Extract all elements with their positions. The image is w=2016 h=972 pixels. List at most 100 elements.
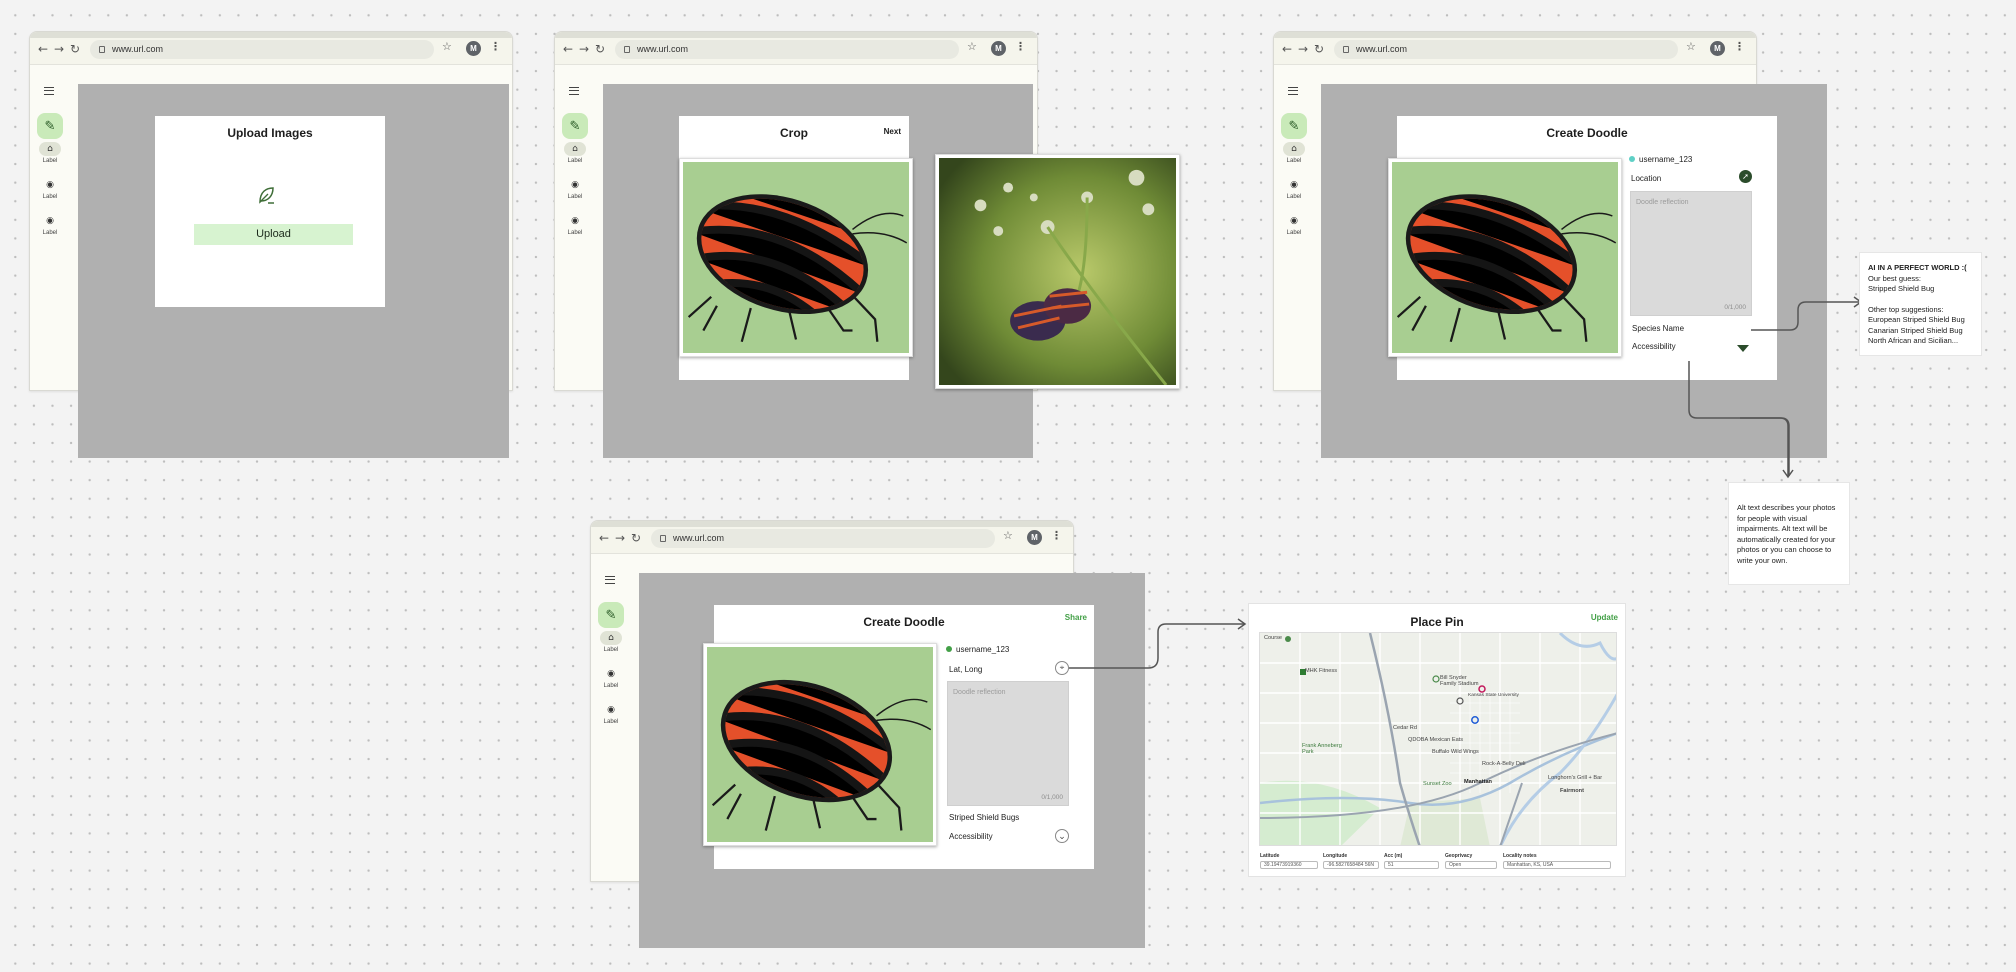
address-bar[interactable]: www.url.com — [90, 40, 434, 59]
forward-icon[interactable]: → — [54, 42, 64, 56]
map-label: Fairmont — [1560, 788, 1584, 794]
rail-item-home[interactable]: ⌂ Label — [595, 631, 627, 653]
navigation-rail: ✎ ⌂ Label ◉ Label ◉ Label — [591, 554, 639, 881]
rail-item-home[interactable]: ⌂ Label — [1278, 142, 1310, 164]
dialog-title: Create Doodle — [1546, 126, 1628, 140]
reload-icon[interactable]: ↻ — [631, 531, 641, 545]
update-button[interactable]: Update — [1591, 613, 1618, 622]
browser-toolbar: ← → ↻ www.url.com ☆ M ⋮ — [555, 32, 1037, 65]
rail-label: Label — [1286, 158, 1302, 164]
striped-shield-bug-image — [683, 162, 909, 353]
profile-avatar[interactable]: M — [1710, 41, 1725, 56]
bookmark-star-icon[interactable]: ☆ — [967, 40, 977, 53]
radio-icon: ◉ — [46, 180, 54, 190]
browser-toolbar: ← → ↻ www.url.com ☆ M ⋮ — [1274, 32, 1756, 65]
reload-icon[interactable]: ↻ — [70, 42, 80, 56]
menu-icon[interactable] — [1288, 87, 1298, 95]
latitude-input[interactable]: 39.19473919360 — [1260, 861, 1318, 869]
back-icon[interactable]: ← — [563, 42, 573, 56]
pin-fields-row: Latitude 39.19473919360 Longitude -96.58… — [1257, 851, 1619, 875]
address-bar[interactable]: www.url.com — [615, 40, 959, 59]
more-menu-icon[interactable]: ⋮ — [1051, 529, 1062, 542]
rail-item-home[interactable]: ⌂ Label — [34, 142, 66, 164]
leaf-icon — [259, 187, 274, 204]
bookmark-star-icon[interactable]: ☆ — [442, 40, 452, 53]
back-icon[interactable]: ← — [599, 531, 609, 545]
bookmark-star-icon[interactable]: ☆ — [1003, 529, 1013, 542]
back-icon[interactable]: ← — [38, 42, 48, 56]
chevron-down-icon[interactable]: ⌄ — [1055, 829, 1069, 843]
map-view[interactable]: MHK Fitness Kansas State University Bill… — [1259, 632, 1617, 846]
pencil-icon: ✎ — [605, 607, 617, 622]
map-label: QDOBA Mexican Eats — [1408, 737, 1464, 743]
user-dot-icon — [1629, 156, 1635, 162]
edit-fab[interactable]: ✎ — [598, 602, 624, 628]
profile-avatar[interactable]: M — [466, 41, 481, 56]
pin-connector-arrow — [1069, 618, 1247, 669]
menu-icon[interactable] — [569, 87, 579, 95]
compass-icon[interactable]: ➚ — [1739, 170, 1752, 183]
rail-item-2[interactable]: ◉ Label — [559, 178, 591, 200]
radio-icon: ◉ — [607, 669, 615, 679]
menu-icon[interactable] — [44, 87, 54, 95]
rail-item-2[interactable]: ◉ Label — [595, 667, 627, 689]
upload-button[interactable]: Upload — [194, 224, 353, 245]
field-label: Latitude — [1260, 853, 1280, 859]
username-label: username_123 — [956, 645, 1010, 654]
edit-fab[interactable]: ✎ — [1281, 113, 1307, 139]
radio-icon: ◉ — [1290, 216, 1298, 226]
bookmark-star-icon[interactable]: ☆ — [1686, 40, 1696, 53]
rail-label: Label — [567, 194, 583, 200]
rail-label: Label — [42, 158, 58, 164]
map-pin-icon[interactable]: ⌖ — [1055, 661, 1069, 675]
more-menu-icon[interactable]: ⋮ — [1734, 40, 1745, 53]
striped-shield-bug-image — [707, 647, 933, 842]
address-bar[interactable]: www.url.com — [1334, 40, 1678, 59]
edit-fab[interactable]: ✎ — [562, 113, 588, 139]
ai-suggestions-note: AI IN A PERFECT WORLD :( Our best guess:… — [1859, 252, 1982, 356]
pencil-icon: ✎ — [1288, 118, 1300, 133]
rail-item-2[interactable]: ◉ Label — [1278, 178, 1310, 200]
back-icon[interactable]: ← — [1282, 42, 1292, 56]
more-menu-icon[interactable]: ⋮ — [490, 40, 501, 53]
more-menu-icon[interactable]: ⋮ — [1015, 40, 1026, 53]
edit-fab[interactable]: ✎ — [37, 113, 63, 139]
lock-icon — [660, 535, 666, 542]
rail-item-3[interactable]: ◉ Label — [34, 214, 66, 236]
reload-icon[interactable]: ↻ — [595, 42, 605, 56]
address-bar[interactable]: www.url.com — [651, 529, 995, 548]
map-label: Course — [1264, 635, 1283, 641]
menu-icon[interactable] — [605, 576, 615, 584]
ai-note-line: European Striped Shield Bug — [1868, 315, 1965, 324]
rail-item-3[interactable]: ◉ Label — [595, 703, 627, 725]
lock-icon — [624, 46, 630, 53]
forward-icon[interactable]: → — [615, 531, 625, 545]
longitude-input[interactable]: -96.5827658484 56N — [1323, 861, 1379, 869]
species-name-field[interactable]: Striped Shield Bugs — [949, 813, 1019, 822]
map-label: Frank Anneberg Park — [1302, 743, 1342, 755]
reload-icon[interactable]: ↻ — [1314, 42, 1324, 56]
ai-note-heading: AI IN A PERFECT WORLD :( — [1868, 263, 1967, 272]
char-counter: 0/1,000 — [1041, 794, 1063, 801]
bug-photo[interactable] — [679, 158, 913, 357]
rail-item-home[interactable]: ⌂ Label — [559, 142, 591, 164]
rail-item-3[interactable]: ◉ Label — [1278, 214, 1310, 236]
locality-notes-input[interactable]: Manhattan, KS, USA — [1503, 861, 1611, 869]
ai-note-line: Stripped Shield Bug — [1868, 284, 1935, 293]
profile-avatar[interactable]: M — [991, 41, 1006, 56]
url-text: www.url.com — [112, 44, 164, 54]
forward-icon[interactable]: → — [579, 42, 589, 56]
next-button[interactable]: Next — [884, 127, 901, 136]
geoprivacy-select[interactable]: Open — [1445, 861, 1497, 869]
forward-icon[interactable]: → — [1298, 42, 1308, 56]
profile-avatar[interactable]: M — [1027, 530, 1042, 545]
rail-item-3[interactable]: ◉ Label — [559, 214, 591, 236]
place-pin-dialog: Place Pin Update MHK Fitness Kansas Stat… — [1248, 603, 1626, 877]
tab-strip — [591, 521, 1073, 527]
doodle-reflection-field[interactable]: Doodle reflection 0/1,000 — [1630, 191, 1752, 316]
accuracy-input[interactable]: 51 — [1384, 861, 1439, 869]
doodle-reflection-field[interactable]: Doodle reflection 0/1,000 — [947, 681, 1069, 806]
species-name-field[interactable]: Species Name — [1632, 324, 1684, 333]
map-label: Kansas State University — [1468, 693, 1519, 698]
rail-item-2[interactable]: ◉ Label — [34, 178, 66, 200]
